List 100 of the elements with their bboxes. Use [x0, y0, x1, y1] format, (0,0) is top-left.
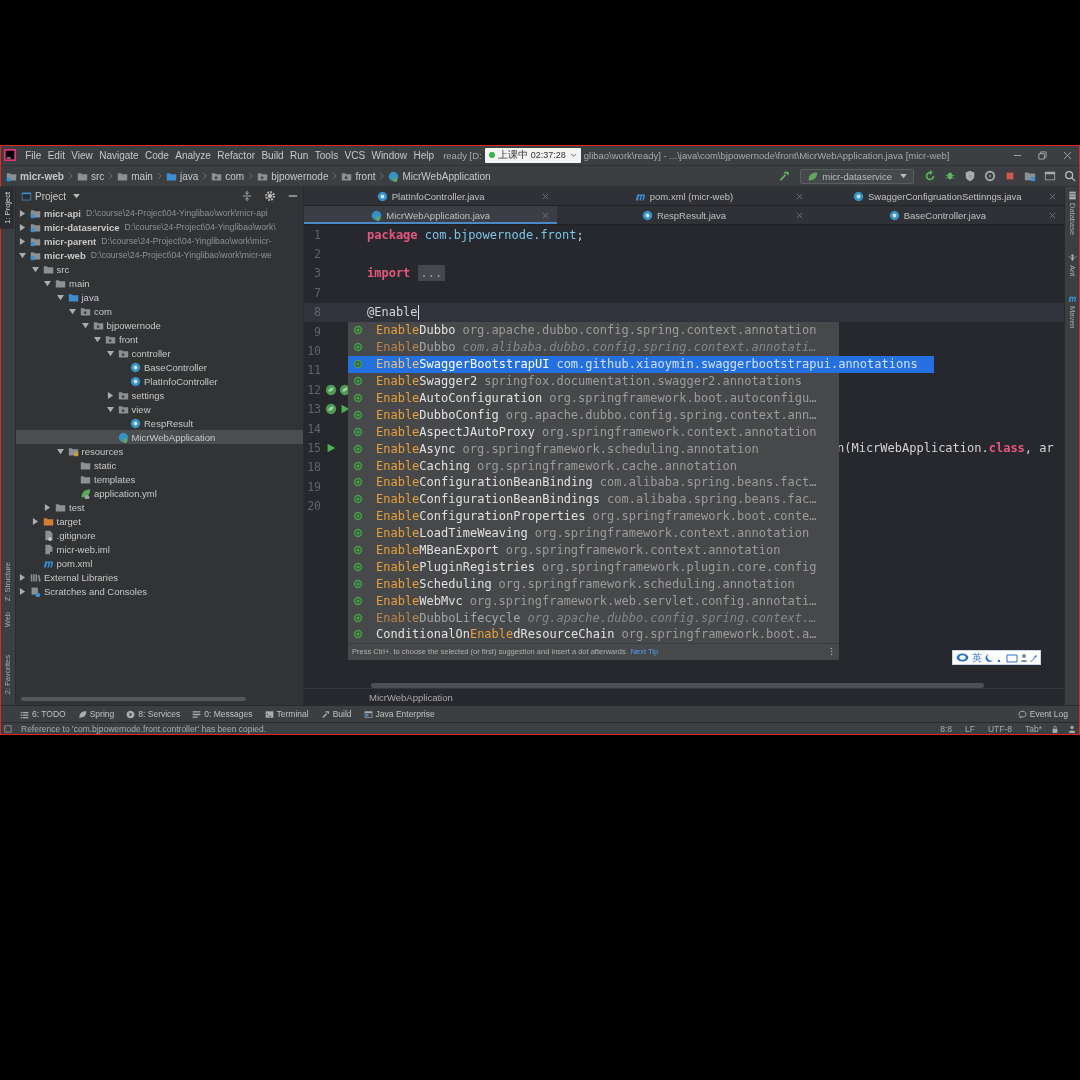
- menu-item[interactable]: Build: [261, 149, 284, 161]
- tree-item[interactable]: test: [16, 500, 303, 514]
- panel-title[interactable]: Project: [35, 190, 67, 202]
- tree-item[interactable]: controller: [16, 346, 303, 360]
- bean-icon[interactable]: [325, 383, 337, 396]
- run-icon[interactable]: [339, 403, 351, 416]
- menu-item[interactable]: Navigate: [99, 149, 139, 161]
- menu-item[interactable]: Run: [290, 149, 309, 161]
- tree-item[interactable]: bjpowernode: [16, 318, 303, 332]
- dropdown-arrow-icon[interactable]: [73, 193, 81, 199]
- tree-item[interactable]: target: [16, 514, 303, 528]
- completion-item[interactable]: EnableAsync org.springframework.scheduling.annotation: [348, 440, 839, 458]
- menu-item[interactable]: Code: [145, 149, 169, 161]
- collapse-all-icon[interactable]: [241, 190, 253, 202]
- completion-item[interactable]: EnableDubbo org.apache.dubbo.config.spring.context.annotation: [348, 322, 839, 339]
- breadcrumb-item[interactable]: micr-web: [20, 170, 64, 182]
- expand-arrow-icon[interactable]: [19, 573, 26, 581]
- tool-window-button[interactable]: Terminal: [264, 709, 309, 719]
- event-log-button[interactable]: Event Log: [1017, 709, 1068, 719]
- tree-item[interactable]: micr-web.iml: [16, 542, 303, 556]
- tree-item[interactable]: RespResult: [16, 416, 303, 430]
- rerun-icon[interactable]: [924, 170, 936, 182]
- coverage-icon[interactable]: [964, 170, 976, 182]
- close-icon[interactable]: [1049, 192, 1056, 200]
- tree-item[interactable]: com: [16, 304, 303, 318]
- breadcrumb-item[interactable]: src: [90, 170, 105, 182]
- menu-item[interactable]: Window: [371, 149, 408, 161]
- run-configuration-dropdown[interactable]: micr-dataservice: [800, 168, 914, 184]
- editor-tab[interactable]: PlatInfoController.java: [304, 187, 558, 205]
- expand-arrow-icon[interactable]: [19, 223, 26, 231]
- tool-window-button[interactable]: Java Enterprise: [363, 709, 435, 719]
- line-separator[interactable]: LF: [964, 724, 975, 734]
- completion-item[interactable]: ConditionalOnEnabledResourceChain org.springframework.boot.a…: [348, 626, 839, 643]
- completion-item[interactable]: EnableWebMvc org.springframework.web.servlet.config.annotati…: [348, 592, 839, 610]
- breadcrumb-item[interactable]: MicrWebApplication: [402, 170, 491, 182]
- tree-item[interactable]: main: [16, 276, 303, 290]
- menu-item[interactable]: View: [71, 149, 93, 161]
- folder-icon[interactable]: [1024, 170, 1036, 182]
- completion-item[interactable]: EnableConfigurationBeanBinding com.alibaba.spring.beans.fact…: [348, 474, 839, 491]
- tree-item[interactable]: BaseController: [16, 360, 303, 374]
- breadcrumb-item[interactable]: java: [179, 170, 199, 182]
- breadcrumb-item[interactable]: bjpowernode: [271, 170, 329, 182]
- completion-item[interactable]: EnableDubboConfig org.apache.dubbo.config.spring.context.ann…: [348, 406, 839, 424]
- caret-icon[interactable]: [569, 152, 577, 158]
- tree-item[interactable]: view: [16, 402, 303, 416]
- tree-item[interactable]: java: [16, 290, 303, 304]
- profiler-icon[interactable]: [984, 170, 996, 182]
- editor-tab[interactable]: BaseController.java: [810, 206, 1064, 224]
- editor-tab[interactable]: MicrWebApplication.java: [304, 206, 558, 224]
- close-icon[interactable]: [542, 192, 550, 200]
- ime-mode-label[interactable]: 英: [972, 652, 982, 663]
- tree-item[interactable]: PlatInfoController: [16, 374, 303, 388]
- menu-item[interactable]: Edit: [47, 149, 65, 161]
- editor-breadcrumb[interactable]: MicrWebApplication: [369, 691, 453, 703]
- tool-window-button[interactable]: 8: Services: [126, 709, 181, 719]
- expand-arrow-icon[interactable]: [31, 265, 39, 273]
- scrollbar-thumb[interactable]: [371, 682, 984, 688]
- tool-window-button[interactable]: Spring: [77, 709, 115, 719]
- tree-item[interactable]: MicrWebApplication: [16, 430, 303, 444]
- scrollbar-thumb[interactable]: [21, 697, 246, 701]
- window-icon[interactable]: [1044, 170, 1056, 182]
- tree-item[interactable]: application.yml: [16, 486, 303, 500]
- expand-arrow-icon[interactable]: [106, 391, 114, 399]
- menu-item[interactable]: Analyze: [175, 149, 211, 161]
- tool-window-button[interactable]: 6: TODO: [20, 709, 66, 719]
- editor-tab[interactable]: pom.xml (micr-web): [557, 187, 811, 205]
- close-icon[interactable]: [795, 192, 803, 200]
- hammer-icon[interactable]: [778, 170, 791, 182]
- expand-arrow-icon[interactable]: [56, 293, 64, 301]
- close-icon[interactable]: [1063, 150, 1072, 160]
- stop-icon[interactable]: [1004, 170, 1016, 182]
- tool-window-button[interactable]: 0: Messages: [192, 709, 253, 719]
- expand-arrow-icon[interactable]: [81, 321, 89, 329]
- menu-item[interactable]: Refactor: [217, 149, 256, 161]
- restore-icon[interactable]: [1038, 150, 1047, 160]
- lock-icon[interactable]: [1051, 725, 1059, 733]
- bug-icon[interactable]: [944, 170, 956, 182]
- search-icon[interactable]: [1064, 170, 1076, 182]
- completion-item[interactable]: EnableDubboLifecycle org.apache.dubbo.config.spring.context.…: [348, 609, 839, 627]
- tree-item[interactable]: front: [16, 332, 303, 346]
- tree-item[interactable]: templates: [16, 472, 303, 486]
- file-encoding[interactable]: UTF-8: [987, 724, 1012, 734]
- tree-item[interactable]: micr-api D:\course\24-Project\04-Yinglibao\work\micr-api: [16, 206, 303, 220]
- expand-arrow-icon[interactable]: [19, 237, 26, 245]
- editor-tab[interactable]: SwaggerConfigruationSettinngs.java: [810, 187, 1064, 205]
- person-icon[interactable]: [1068, 725, 1076, 733]
- tree-item[interactable]: micr-web D:\course\24-Project\04-Yinglibao\work\micr-we: [16, 248, 303, 262]
- completion-item[interactable]: EnableCaching org.springframework.cache.annotation: [348, 457, 839, 474]
- completion-item[interactable]: EnableScheduling org.springframework.scheduling.annotation: [348, 575, 839, 593]
- expand-arrow-icon[interactable]: [44, 503, 51, 511]
- completion-item[interactable]: EnablePluginRegistries org.springframework.plugin.core.config: [348, 558, 839, 576]
- completion-item[interactable]: EnableAspectJAutoProxy org.springframework.context.annotation: [348, 423, 839, 441]
- tree-item[interactable]: resources: [16, 444, 303, 458]
- indent-setting[interactable]: Tab*: [1025, 724, 1042, 734]
- settings-icon[interactable]: [264, 190, 276, 202]
- editor-tab[interactable]: RespResult.java: [557, 206, 811, 224]
- expand-arrow-icon[interactable]: [106, 405, 114, 413]
- tree-item[interactable]: External Libraries: [16, 570, 303, 584]
- tree-item[interactable]: micr-dataservice D:\course\24-Project\04-Yinglibao\work\: [16, 220, 303, 234]
- tree-item[interactable]: .gitignore: [16, 528, 303, 542]
